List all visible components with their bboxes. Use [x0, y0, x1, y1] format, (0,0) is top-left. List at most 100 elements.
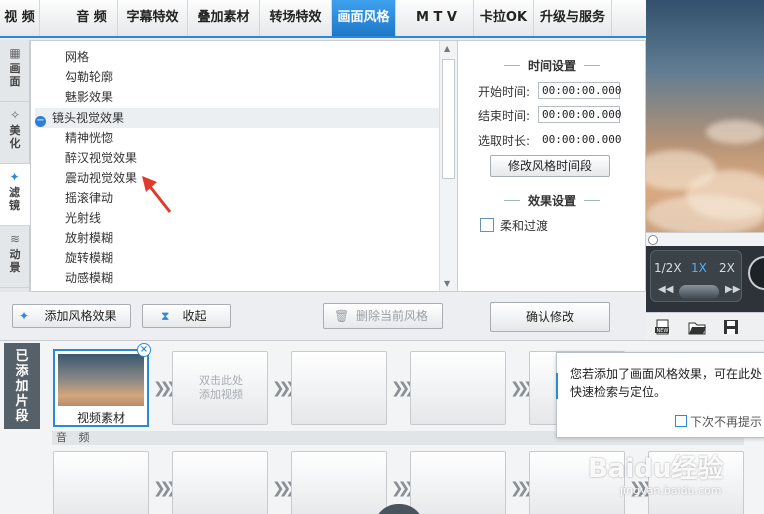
tree-item-shake-vision[interactable]: 震动视觉效果: [65, 168, 137, 188]
added-clips-label: 已添加片段: [4, 343, 40, 429]
chevron-right-icon: ❯❯❯: [391, 479, 417, 497]
side-tab-filter[interactable]: ✦ 滤镜: [0, 164, 30, 226]
speed-double-button[interactable]: 2X: [719, 261, 735, 275]
tab-overlay-material[interactable]: 叠加素材: [188, 0, 260, 36]
tab-upgrade-service[interactable]: 升级与服务: [534, 0, 612, 36]
magic-wand-icon: ✧: [9, 108, 21, 122]
baidu-watermark-logo: Baidu经验: [588, 454, 724, 484]
scroll-thumb[interactable]: [442, 59, 455, 179]
speed-normal-button[interactable]: 1X: [691, 261, 707, 275]
seek-knob[interactable]: [648, 235, 658, 245]
slot-hint: 双击此处 添加视频: [199, 374, 243, 401]
tab-audio[interactable]: 音 频: [66, 0, 118, 36]
clip-caption: 视频素材: [76, 411, 125, 425]
trash-icon: 🗑: [334, 309, 350, 323]
dont-show-again-checkbox[interactable]: [675, 415, 687, 427]
chevron-right-icon: ❯❯❯: [510, 479, 536, 497]
side-tab-beautify[interactable]: ✧ 美化: [0, 102, 30, 164]
seek-bar[interactable]: [646, 232, 764, 246]
tree-item-motion-blur[interactable]: 动感模糊: [65, 268, 113, 288]
clip-thumbnail: [58, 354, 144, 406]
open-folder-icon[interactable]: [688, 319, 706, 335]
delete-current-style-button[interactable]: 🗑 删除当前风格: [323, 303, 443, 329]
collapse-button[interactable]: ⧗ 收起: [142, 304, 231, 328]
svg-text:NEW: NEW: [657, 328, 669, 334]
audio-slot[interactable]: [291, 451, 387, 514]
smooth-transition-checkbox[interactable]: [480, 218, 494, 232]
play-button[interactable]: [748, 256, 764, 290]
speed-half-button[interactable]: 1/2X: [654, 261, 682, 275]
tree-item-drunk-vision[interactable]: 醉汉视觉效果: [65, 148, 137, 168]
video-clip[interactable]: 视频素材 ×: [53, 343, 151, 427]
audio-slot[interactable]: [172, 451, 268, 514]
audio-slot[interactable]: [410, 451, 506, 514]
fast-forward-icon[interactable]: ▶▶: [725, 284, 740, 295]
tab-mtv[interactable]: M T V: [400, 0, 474, 36]
chevron-right-icon: ❯❯❯: [510, 379, 536, 397]
effect-tree: 网格 勾勒轮廓 魅影效果 − 镜头视觉效果 精神恍惚 醉汉视觉效果 震动视觉效果 …: [30, 40, 458, 292]
tree-item-spin-blur[interactable]: 旋转模糊: [65, 248, 113, 268]
confirm-modify-button[interactable]: 确认修改: [490, 302, 610, 332]
tree-item-rock-rhythm[interactable]: 摇滚律动: [65, 188, 113, 208]
film-icon: ▦: [9, 46, 21, 60]
add-wand-icon: ✦: [19, 309, 30, 323]
chevron-right-icon: ❯❯❯: [153, 379, 179, 397]
audio-slot[interactable]: [53, 451, 149, 514]
player-controls: 1/2X 1X 2X ◀◀ ▶▶: [646, 246, 764, 312]
file-toolbar: NEW: [646, 312, 764, 340]
time-settings-heading: 时间设置: [458, 57, 646, 74]
chevron-right-icon: ❯❯❯: [272, 479, 298, 497]
end-time-label: 结束时间:: [478, 109, 531, 123]
tab-karaoke[interactable]: 卡拉OK: [474, 0, 534, 36]
hint-text: 您若添加了画面风格效果，可在此处快速检索与定位。: [570, 367, 763, 399]
tab-picture-style[interactable]: 画面风格: [332, 0, 396, 36]
settings-panel: 时间设置 开始时间: 00:00:00.000 结束时间: 00:00:00.0…: [458, 40, 646, 292]
hint-popup: 您若添加了画面风格效果，可在此处快速检索与定位。 下次不再提示: [556, 352, 764, 438]
tree-item-trance[interactable]: 精神恍惚: [65, 128, 113, 148]
dont-show-again-label: 下次不再提示: [690, 415, 763, 429]
empty-video-slot[interactable]: 双击此处 添加视频: [172, 351, 268, 425]
scroll-down-icon[interactable]: ▼: [444, 279, 450, 288]
tree-item-radial-blur[interactable]: 放射模糊: [65, 228, 113, 248]
top-tab-bar: 视 频 音 频 字幕特效 叠加素材 转场特效 画面风格 M T V 卡拉OK 升…: [0, 0, 646, 38]
effect-settings-heading: 效果设置: [458, 192, 646, 209]
smooth-transition-label: 柔和过渡: [500, 219, 549, 233]
tree-group-lens-visual[interactable]: − 镜头视觉效果: [35, 108, 439, 128]
speed-control: 1/2X 1X 2X ◀◀ ▶▶: [650, 250, 742, 302]
collapse-minus-icon[interactable]: −: [35, 116, 46, 127]
effect-button-row: ✦ 添加风格效果 ⧗ 收起 🗑 删除当前风格 确认修改: [0, 292, 646, 340]
new-file-icon[interactable]: NEW: [654, 319, 672, 335]
start-time-label: 开始时间:: [478, 85, 531, 99]
annotation-arrow-icon: [142, 176, 172, 213]
tree-item-grid[interactable]: 网格: [65, 47, 89, 67]
scroll-up-icon[interactable]: ▲: [444, 44, 450, 53]
tree-scrollbar[interactable]: ▲ ▼: [439, 41, 457, 291]
chevron-right-icon: ❯❯❯: [391, 379, 417, 397]
jog-wheel[interactable]: [679, 285, 719, 299]
start-time-input[interactable]: 00:00:00.000: [538, 82, 621, 99]
popup-pointer: [556, 373, 558, 399]
tab-video[interactable]: 视 频: [0, 0, 40, 36]
remove-clip-icon[interactable]: ×: [137, 343, 151, 357]
rewind-icon[interactable]: ◀◀: [658, 284, 673, 295]
video-slot[interactable]: [410, 351, 506, 425]
tree-item-outline[interactable]: 勾勒轮廓: [65, 67, 113, 87]
add-style-effect-button[interactable]: ✦ 添加风格效果: [12, 304, 131, 328]
tab-transition-effects[interactable]: 转场特效: [260, 0, 332, 36]
baidu-watermark-url: jingyan.baidu.com: [620, 484, 722, 497]
tree-item-light-rays[interactable]: 光射线: [65, 208, 101, 228]
tree-item-phantom[interactable]: 魅影效果: [65, 87, 113, 107]
tab-subtitle-effects[interactable]: 字幕特效: [118, 0, 188, 36]
sparkle-wand-icon: ✦: [9, 170, 20, 184]
save-icon[interactable]: [722, 319, 740, 335]
end-time-input[interactable]: 00:00:00.000: [538, 106, 621, 123]
chevron-right-icon: ❯❯❯: [272, 379, 298, 397]
video-preview: [646, 0, 764, 232]
modify-time-range-button[interactable]: 修改风格时间段: [490, 155, 610, 177]
side-tab-motion[interactable]: ≋ 动景: [0, 226, 30, 288]
chevron-right-icon: ❯❯❯: [153, 479, 179, 497]
side-tab-bar: ▦ 画面 ✧ 美化 ✦ 滤镜 ≋ 动景: [0, 40, 30, 292]
side-tab-picture[interactable]: ▦ 画面: [0, 40, 30, 102]
video-slot[interactable]: [291, 351, 387, 425]
duration-label: 选取时长:: [478, 134, 531, 148]
